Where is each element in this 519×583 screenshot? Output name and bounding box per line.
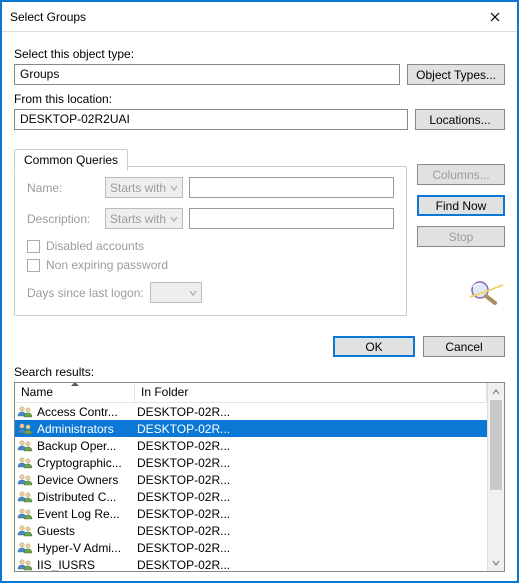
table-row[interactable]: Hyper-V Admi...DESKTOP-02R... [15,539,487,556]
row-folder: DESKTOP-02R... [137,456,487,470]
row-folder: DESKTOP-02R... [137,422,487,436]
tab-common-queries[interactable]: Common Queries [14,149,128,171]
group-icon [17,540,33,556]
disabled-accounts-label: Disabled accounts [46,239,144,253]
row-name: Access Contr... [37,405,137,419]
ok-button[interactable]: OK [333,336,415,357]
results-listview: Name In Folder Access Contr...DESKTOP-02… [14,382,505,572]
group-icon [17,404,33,420]
group-icon [17,506,33,522]
locations-button[interactable]: Locations... [415,109,505,130]
name-mode-combo[interactable]: Starts with [105,177,183,198]
search-icon [465,277,505,307]
name-filter-label: Name: [27,181,99,195]
row-name: Cryptographic... [37,456,137,470]
column-header-name[interactable]: Name [15,383,135,402]
table-row[interactable]: AdministratorsDESKTOP-02R... [15,420,487,437]
scroll-thumb[interactable] [490,400,502,490]
table-row[interactable]: Device OwnersDESKTOP-02R... [15,471,487,488]
group-icon [17,438,33,454]
location-field: DESKTOP-02R2UAI [14,109,408,130]
table-row[interactable]: GuestsDESKTOP-02R... [15,522,487,539]
name-mode-value: Starts with [110,181,166,195]
description-filter-input[interactable] [189,208,394,229]
row-name: Administrators [37,422,137,436]
common-queries-panel: Common Queries Name: Starts with Descrip… [14,166,407,316]
row-folder: DESKTOP-02R... [137,507,487,521]
row-folder: DESKTOP-02R... [137,439,487,453]
table-row[interactable]: Distributed C...DESKTOP-02R... [15,488,487,505]
dialog-body: Select this object type: Groups Object T… [2,32,517,582]
table-row[interactable]: Access Contr...DESKTOP-02R... [15,403,487,420]
chevron-down-icon [189,286,197,300]
row-folder: DESKTOP-02R... [137,541,487,555]
select-groups-dialog: Select Groups Select this object type: G… [2,2,517,581]
group-icon [17,472,33,488]
table-row[interactable]: Cryptographic...DESKTOP-02R... [15,454,487,471]
row-folder: DESKTOP-02R... [137,490,487,504]
row-name: Backup Oper... [37,439,137,453]
side-buttons: Columns... Find Now Stop [417,154,505,316]
non-expiring-label: Non expiring password [46,258,168,272]
list-rows: Access Contr...DESKTOP-02R... Administra… [15,403,487,571]
description-mode-value: Starts with [110,212,166,226]
row-name: Guests [37,524,137,538]
search-results-label: Search results: [14,365,505,379]
close-button[interactable] [472,2,517,32]
list-header: Name In Folder [15,383,487,403]
table-row[interactable]: IIS_IUSRSDESKTOP-02R... [15,556,487,571]
object-type-label: Select this object type: [14,47,505,61]
location-label: From this location: [14,92,505,106]
stop-button[interactable]: Stop [417,226,505,247]
group-icon [17,421,33,437]
chevron-down-icon [170,181,178,195]
group-icon [17,523,33,539]
group-icon [17,455,33,471]
scroll-up-button[interactable] [488,383,504,400]
table-row[interactable]: Event Log Re...DESKTOP-02R... [15,505,487,522]
days-since-logon-combo[interactable] [150,282,202,303]
close-icon [490,12,500,22]
cancel-button[interactable]: Cancel [423,336,505,357]
row-folder: DESKTOP-02R... [137,524,487,538]
sort-ascending-icon [71,383,79,386]
columns-button[interactable]: Columns... [417,164,505,185]
description-filter-label: Description: [27,212,99,226]
chevron-down-icon [170,212,178,226]
row-folder: DESKTOP-02R... [137,405,487,419]
column-header-folder[interactable]: In Folder [135,383,487,402]
row-name: Distributed C... [37,490,137,504]
row-folder: DESKTOP-02R... [137,558,487,572]
row-name: Device Owners [37,473,137,487]
object-types-button[interactable]: Object Types... [407,64,505,85]
row-folder: DESKTOP-02R... [137,473,487,487]
name-filter-input[interactable] [189,177,394,198]
group-icon [17,489,33,505]
title-bar: Select Groups [2,2,517,32]
disabled-accounts-checkbox[interactable] [27,240,40,253]
find-now-button[interactable]: Find Now [417,195,505,216]
days-since-logon-label: Days since last logon: [27,286,144,300]
vertical-scrollbar[interactable] [487,383,504,571]
object-type-field: Groups [14,64,400,85]
row-name: IIS_IUSRS [37,558,137,572]
group-icon [17,557,33,572]
table-row[interactable]: Backup Oper...DESKTOP-02R... [15,437,487,454]
window-title: Select Groups [10,10,86,24]
description-mode-combo[interactable]: Starts with [105,208,183,229]
non-expiring-password-checkbox[interactable] [27,259,40,272]
row-name: Event Log Re... [37,507,137,521]
scroll-down-button[interactable] [488,554,504,571]
row-name: Hyper-V Admi... [37,541,137,555]
